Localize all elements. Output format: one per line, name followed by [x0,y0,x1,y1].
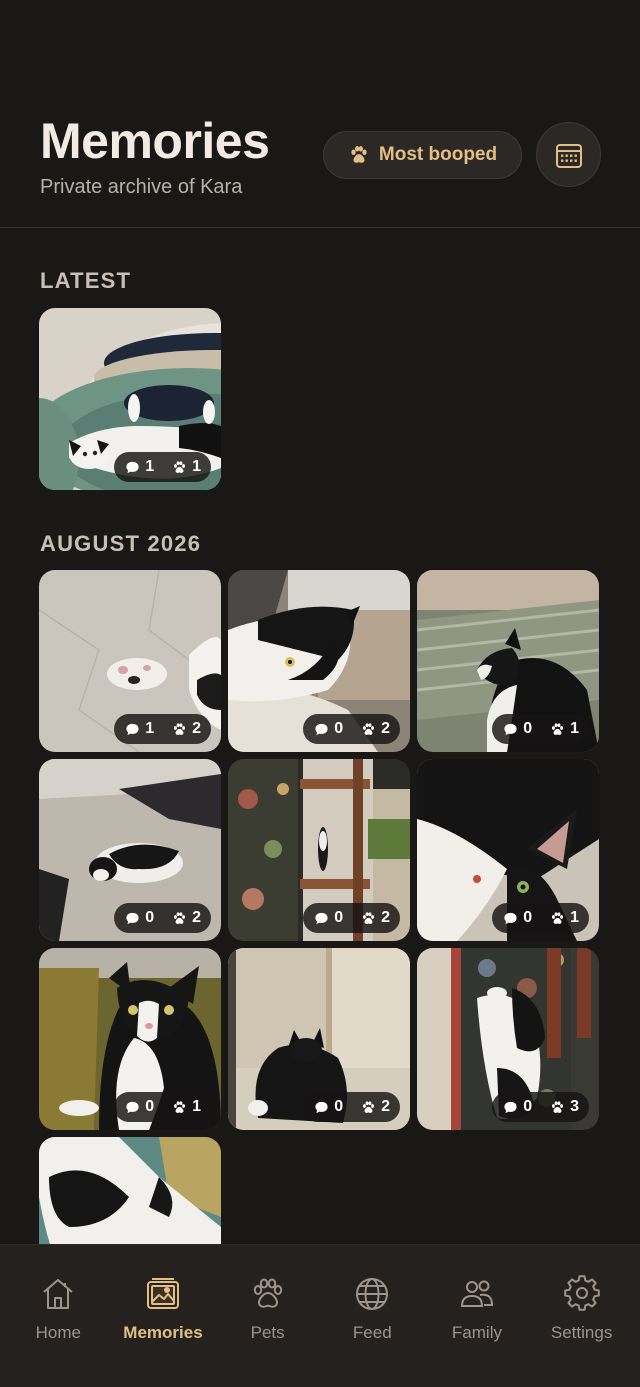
photo-tile[interactable]: 0 2 [228,759,410,941]
paw-icon [363,1100,375,1113]
photo-stats-badge: 0 3 [492,1092,589,1122]
paw-icon [253,1278,282,1308]
photo-tile[interactable]: 0 2 [39,759,221,941]
paw-icon [351,146,367,163]
bottom-tab-bar: Home Memories Pets Feed Family Settings [0,1244,640,1387]
tab-home[interactable]: Home [6,1245,110,1387]
comment-icon [504,1101,517,1113]
photo-tile[interactable]: 1 1 [39,308,221,490]
photo-stats-badge: 0 1 [114,1092,211,1122]
photo-stats-badge: 0 2 [303,714,400,744]
page-subtitle: Private archive of Kara [40,176,243,198]
photo-tile[interactable]: 0 1 [417,570,599,752]
comment-icon [315,912,328,924]
most-booped-label: Most booped [378,144,498,165]
paw-icon [174,460,186,473]
photo-stats-badge: 0 2 [303,1092,400,1122]
comment-icon [126,723,139,735]
paw-icon [552,911,564,924]
comment-icon [126,912,139,924]
tab-settings[interactable]: Settings [530,1245,634,1387]
paw-icon [174,722,186,735]
tab-feed[interactable]: Feed [320,1245,424,1387]
paw-icon [552,1100,564,1113]
photo-tile[interactable]: 0 2 [228,570,410,752]
comment-icon [315,723,328,735]
paw-icon [363,722,375,735]
photo-stats-badge: 0 2 [303,903,400,933]
photo-stats-badge: 0 1 [492,714,589,744]
photo-gallery-icon [146,1278,179,1309]
comment-icon [315,1101,328,1113]
home-icon [43,1279,73,1309]
paw-icon [174,1100,186,1113]
calendar-icon [555,143,582,168]
photo-stats-badge: 1 2 [114,714,211,744]
comment-icon [504,912,517,924]
photo-stats-badge: 1 1 [114,452,211,482]
calendar-button[interactable] [536,122,601,187]
tab-family[interactable]: Family [425,1245,529,1387]
paw-icon [552,722,564,735]
paw-icon [174,911,186,924]
comment-icon [504,723,517,735]
header: Memories Private archive of Kara Most bo… [0,0,640,228]
photo-stats-badge: 0 1 [492,903,589,933]
section-title-latest: LATEST [40,268,132,293]
globe-icon [356,1278,389,1310]
photo-tile[interactable]: 0 1 [417,759,599,941]
photo-tile[interactable]: 0 1 [39,948,221,1130]
page-title: Memories [40,113,270,169]
tab-memories[interactable]: Memories [111,1245,215,1387]
photo-stats-badge: 0 2 [114,903,211,933]
section-title-august-2026: AUGUST 2026 [40,531,202,556]
photo-tile[interactable]: 0 2 [228,948,410,1130]
comment-icon [126,1101,139,1113]
people-icon [460,1280,493,1307]
photo-tile[interactable]: 0 3 [417,948,599,1130]
most-booped-button[interactable]: Most booped [323,131,522,179]
photo-tile[interactable]: 1 2 [39,570,221,752]
paw-icon [363,911,375,924]
comment-icon [126,461,139,473]
gear-icon [563,1275,600,1311]
tab-pets[interactable]: Pets [216,1245,320,1387]
